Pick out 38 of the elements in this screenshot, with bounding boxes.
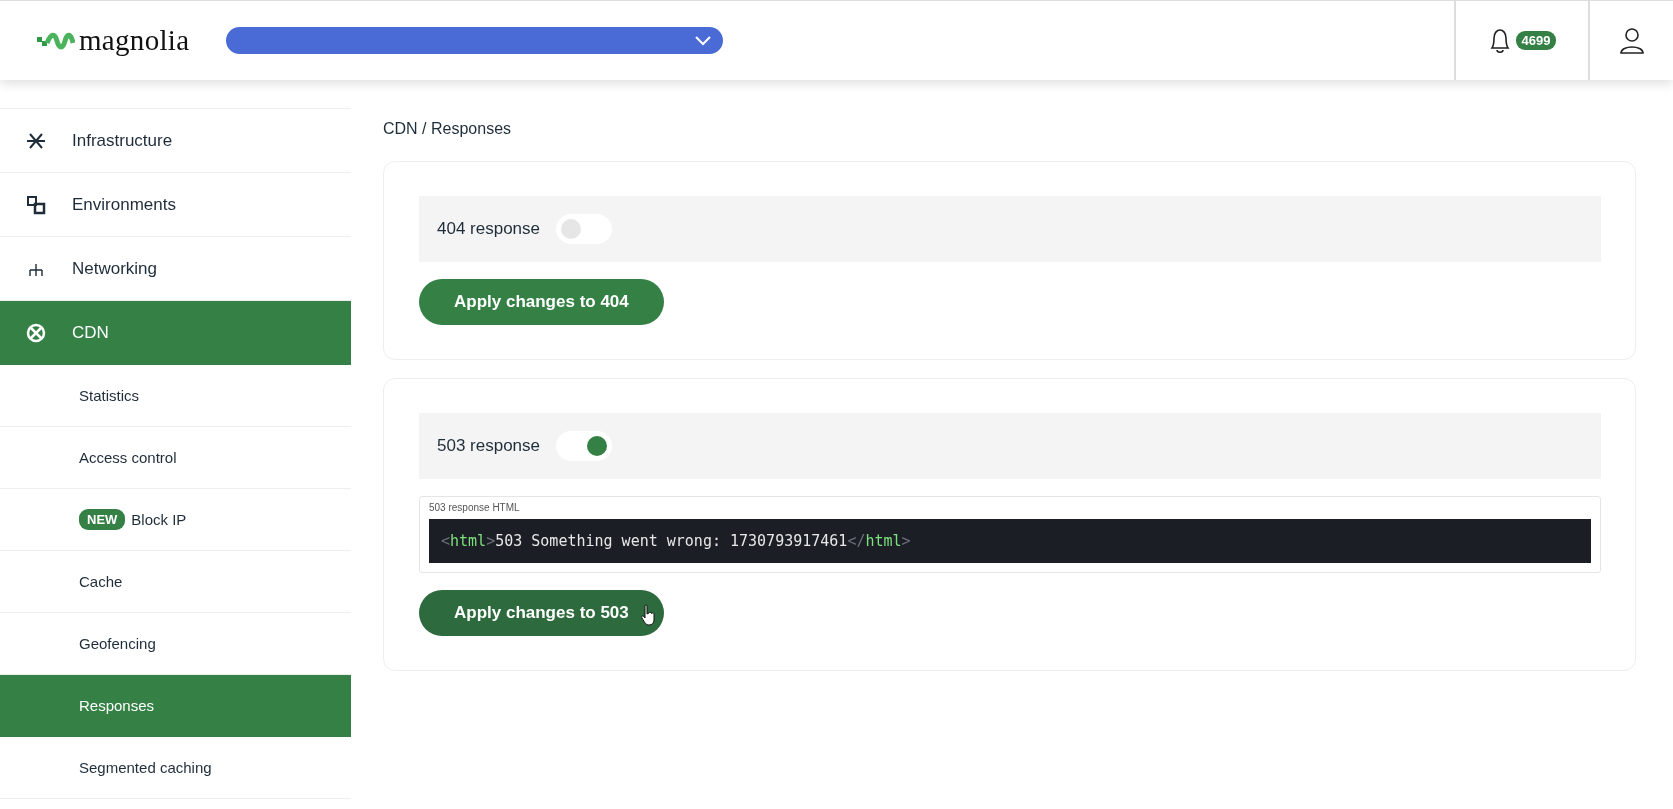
sidebar-label: CDN: [72, 322, 109, 343]
hand-cursor-icon: [639, 604, 656, 626]
apply-button[interactable]: Apply changes to 503: [419, 590, 664, 636]
sidebar-label: Statistics: [79, 387, 139, 404]
toggle-switch[interactable]: [556, 431, 613, 461]
sidebar-label: Environments: [72, 194, 176, 215]
sidebar-label: Responses: [79, 697, 155, 714]
sidebar-label: Cache: [79, 573, 123, 590]
sidebar-item[interactable]: CDN: [0, 301, 351, 365]
new-badge: NEW: [79, 509, 126, 530]
sidebar-label: Segmented caching: [79, 759, 212, 776]
sidebar-item[interactable]: Access control: [0, 427, 351, 489]
notification-count: 4699: [1515, 31, 1557, 50]
sidebar-label: Block IP: [131, 511, 187, 528]
notifications-button[interactable]: 4699: [1454, 1, 1588, 80]
code-field[interactable]: 503 response HTML <html>503 Something went wrong: 1730793917461</html>: [419, 496, 1601, 573]
sidebar-label: Access control: [79, 449, 177, 466]
toggle-label: 404 response: [437, 219, 541, 239]
breadcrumb: CDN / Responses: [383, 120, 512, 138]
sidebar-label: Infrastructure: [72, 130, 173, 151]
sidebar-item[interactable]: Environments: [0, 173, 351, 237]
field-label: 503 response HTML: [429, 502, 521, 513]
chevron-down-icon: [695, 35, 712, 46]
apply-button[interactable]: Apply changes to 404: [419, 279, 664, 325]
sidebar-item[interactable]: Segmented caching: [0, 737, 351, 799]
cdn-icon: [26, 322, 46, 343]
sidebar-label: Geofencing: [79, 635, 156, 652]
environments-icon: [26, 194, 46, 215]
sidebar-item[interactable]: Cache: [0, 551, 351, 613]
toggle-switch[interactable]: [556, 214, 613, 244]
logo-text: magnolia: [79, 24, 190, 57]
toggle-label: 503 response: [437, 436, 541, 456]
user-icon: [1617, 26, 1646, 55]
sidebar-item[interactable]: Statistics: [0, 365, 351, 427]
sidebar-item[interactable]: NEW Block IP: [0, 489, 351, 551]
sidebar-item[interactable]: Responses: [0, 675, 351, 737]
sidebar-item[interactable]: Infrastructure: [0, 109, 351, 173]
sidebar-label: Networking: [72, 258, 158, 279]
